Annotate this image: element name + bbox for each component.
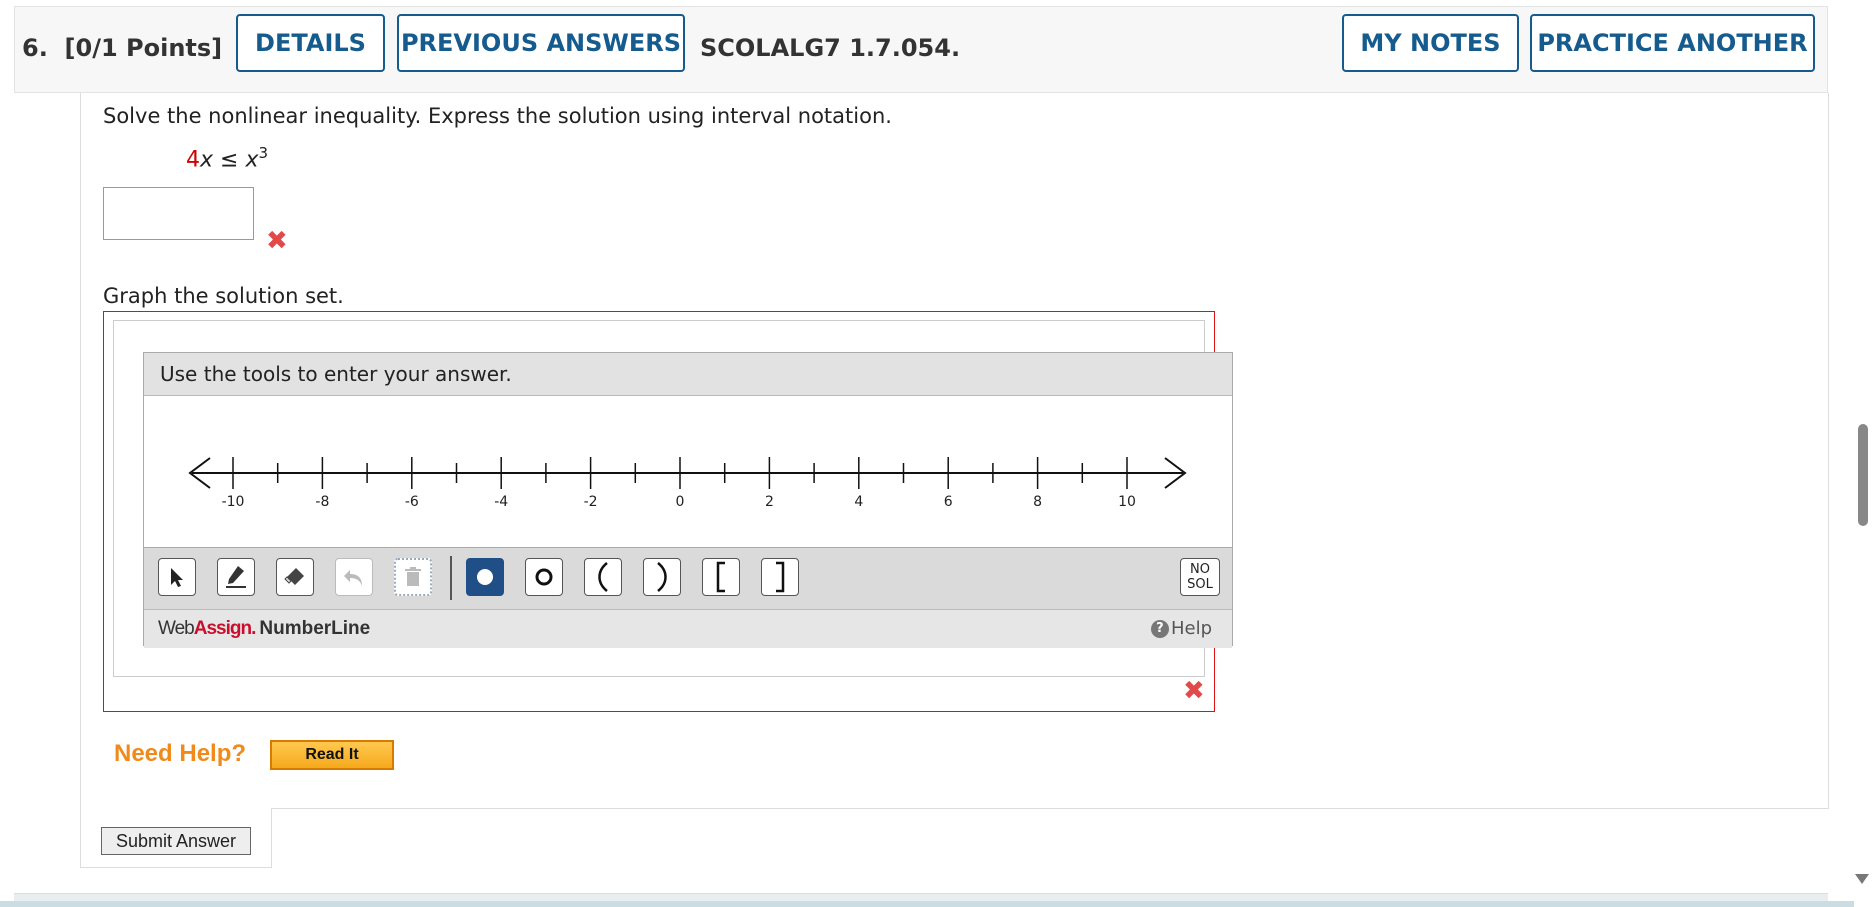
question-code: SCOLALG7 1.7.054. xyxy=(700,34,961,62)
points-label: [0/1 Points] xyxy=(64,34,223,62)
numberline-instructions: Use the tools to enter your answer. xyxy=(144,353,1232,396)
left-paren-icon[interactable] xyxy=(584,558,622,596)
numberline-tick-label: -4 xyxy=(494,494,508,510)
help-label: Help xyxy=(1170,618,1212,639)
numberline-tick-label: -8 xyxy=(315,494,329,510)
interval-answer-input[interactable] xyxy=(103,187,254,240)
numberline-ticks xyxy=(232,457,1128,489)
scroll-down-arrow-icon[interactable] xyxy=(1855,874,1869,884)
right-bracket-icon[interactable] xyxy=(761,558,799,596)
nosol-line2: SOL xyxy=(1187,577,1213,592)
no-solution-button[interactable]: NO SOL xyxy=(1180,558,1220,596)
numberline-tick-label: -2 xyxy=(584,494,598,510)
read-it-button[interactable]: Read It xyxy=(270,740,394,770)
inequality-exp: 3 xyxy=(258,144,269,162)
numberline-tick-label: -6 xyxy=(405,494,419,510)
graph-incorrect-icon: ✖ xyxy=(1183,676,1205,706)
my-notes-button[interactable]: MY NOTES xyxy=(1342,14,1519,72)
numberline-tick-label: -10 xyxy=(222,494,245,510)
numberline-canvas[interactable]: -10 -8 -6 -4 -2 0 2 4 6 8 10 xyxy=(144,396,1232,546)
inequality: 4x ≤ x3 xyxy=(186,144,268,172)
filled-dot-icon[interactable] xyxy=(466,558,504,596)
question-number-label: 6. xyxy=(22,34,48,62)
trash-icon[interactable] xyxy=(394,558,432,596)
submit-answer-button[interactable]: Submit Answer xyxy=(101,827,251,855)
scrollbar-thumb[interactable] xyxy=(1858,424,1868,526)
open-dot-icon[interactable] xyxy=(525,558,563,596)
inequality-rel: ≤ x xyxy=(213,147,259,173)
help-icon: ? xyxy=(1150,619,1169,638)
undo-icon[interactable] xyxy=(335,558,373,596)
previous-answers-button[interactable]: PREVIOUS ANSWERS xyxy=(397,14,685,72)
numberline-tick-label: 4 xyxy=(854,494,863,510)
page-bottom-band xyxy=(0,901,1873,907)
brand-web: Web xyxy=(158,618,195,639)
pointer-icon[interactable] xyxy=(158,558,196,596)
details-button[interactable]: DETAILS xyxy=(236,14,385,72)
need-help-label: Need Help? xyxy=(114,740,247,767)
numberline-tick-labels: -10 -8 -6 -4 -2 0 2 4 6 8 10 xyxy=(222,494,1136,510)
webassign-logo: WebAssign. NumberLine xyxy=(158,618,370,640)
incorrect-icon: ✖ xyxy=(266,226,288,256)
question-prompt: Solve the nonlinear inequality. Express … xyxy=(103,104,892,128)
brand-dot: . xyxy=(251,618,256,639)
eraser-icon[interactable] xyxy=(276,558,314,596)
numberline-tick-label: 0 xyxy=(676,494,685,510)
brand-product: NumberLine xyxy=(259,618,371,639)
left-bracket-icon[interactable] xyxy=(702,558,740,596)
pencil-icon[interactable] xyxy=(217,558,255,596)
numberline-tick-label: 10 xyxy=(1118,494,1136,510)
inequality-coef: 4 xyxy=(186,147,200,173)
numberline-help-link[interactable]: ? Help xyxy=(1150,618,1212,639)
nosol-line1: NO xyxy=(1190,562,1210,577)
numberline-widget: Use the tools to enter your answer. -10-… xyxy=(143,352,1233,648)
brand-assign: Assign xyxy=(193,618,252,639)
right-paren-icon[interactable] xyxy=(643,558,681,596)
graph-prompt: Graph the solution set. xyxy=(103,284,344,308)
practice-another-button[interactable]: PRACTICE ANOTHER xyxy=(1530,14,1815,72)
numberline-toolbar: NO SOL xyxy=(144,547,1232,610)
question-number: 6. [0/1 Points] xyxy=(22,34,222,62)
numberline-tick-label: 2 xyxy=(765,494,774,510)
numberline-tick-label: 6 xyxy=(944,494,953,510)
numberline-footer: WebAssign. NumberLine ? Help xyxy=(144,609,1232,648)
toolbar-separator xyxy=(450,556,452,600)
numberline-tick-label: 8 xyxy=(1033,494,1042,510)
inequality-var: x xyxy=(200,147,214,173)
